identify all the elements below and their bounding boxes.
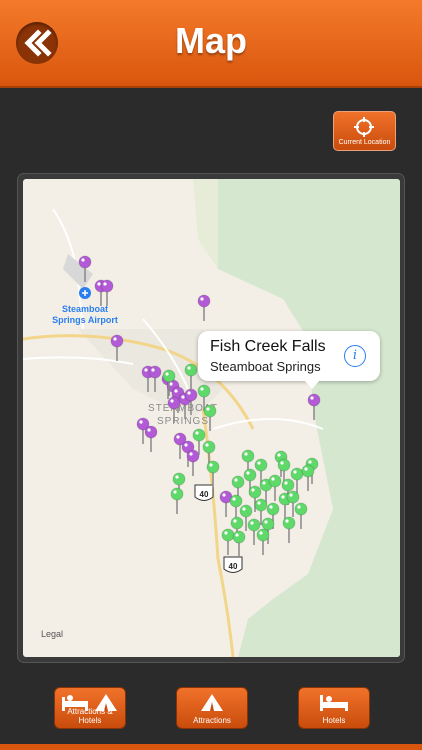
crosshair-icon bbox=[354, 117, 374, 137]
page-title: Map bbox=[175, 20, 247, 61]
tent-icon bbox=[201, 694, 223, 711]
route-shield-40: 40 bbox=[194, 484, 214, 501]
current-location-button[interactable]: Current Location bbox=[333, 111, 396, 151]
attractions-hotels-label: Attractions & Hotels bbox=[67, 707, 113, 725]
bottom-strip bbox=[0, 744, 422, 750]
hotels-button[interactable]: Hotels bbox=[298, 687, 370, 729]
legal-link[interactable]: Legal bbox=[41, 629, 63, 639]
map-canvas: Steamboat Springs Airport STEAMBOAT SPRI… bbox=[23, 179, 400, 657]
callout-title: Fish Creek Falls bbox=[210, 338, 326, 355]
route-shield-40b: 40 bbox=[223, 556, 243, 573]
route-40-text: 40 bbox=[200, 490, 209, 499]
city-label-2: SPRINGS bbox=[157, 416, 209, 427]
header-bar: Map bbox=[0, 0, 422, 88]
callout-tail bbox=[304, 380, 320, 389]
map-callout[interactable]: Fish Creek Falls Steamboat Springs i bbox=[198, 331, 380, 381]
route-40b-text: 40 bbox=[229, 562, 238, 571]
attractions-button[interactable]: Attractions bbox=[176, 687, 248, 729]
airport-label-2: Springs Airport bbox=[52, 315, 118, 325]
current-location-label: Current Location bbox=[338, 139, 391, 146]
bed-icon bbox=[320, 695, 348, 711]
hotels-label: Hotels bbox=[322, 716, 346, 725]
info-icon[interactable]: i bbox=[344, 345, 366, 367]
attractions-hotels-button[interactable]: Attractions & Hotels bbox=[54, 687, 126, 729]
map-view[interactable]: Steamboat Springs Airport STEAMBOAT SPRI… bbox=[23, 179, 400, 657]
attractions-label: Attractions bbox=[193, 716, 231, 725]
callout-subtitle: Steamboat Springs bbox=[210, 359, 321, 374]
